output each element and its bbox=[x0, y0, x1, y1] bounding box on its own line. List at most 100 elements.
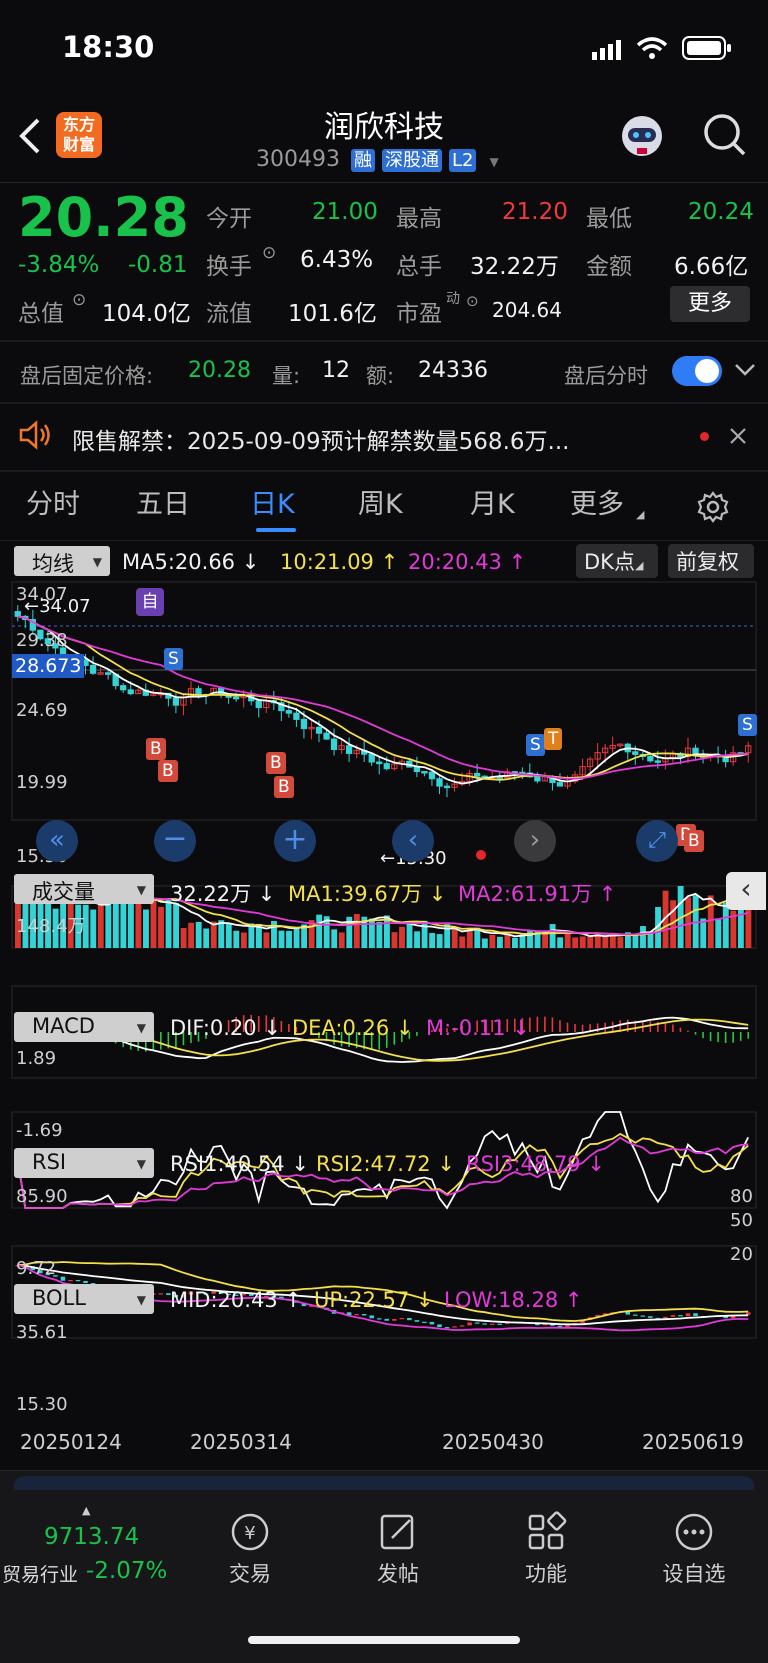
after-hours-label: 盘后固定价格: bbox=[20, 364, 154, 388]
volume-bar bbox=[722, 902, 729, 948]
candle-body bbox=[300, 718, 308, 730]
home-indicator bbox=[248, 1636, 520, 1644]
adjust-button[interactable]: 前复权 bbox=[668, 544, 754, 578]
high-value: 21.20 bbox=[502, 199, 568, 225]
after-hours-toggle[interactable] bbox=[672, 356, 722, 386]
robot-assistant-icon[interactable] bbox=[618, 112, 666, 164]
speaker-icon bbox=[18, 420, 52, 454]
tab-intraday[interactable]: 分时 bbox=[26, 482, 80, 521]
kline-indicator-select[interactable]: 均线 ▼ bbox=[14, 546, 110, 576]
nav-post[interactable]: 发帖 bbox=[338, 1510, 458, 1588]
trade-icon: ¥ bbox=[231, 1513, 269, 1551]
kline-tick-2: 24.69 bbox=[16, 700, 68, 721]
ma10-line bbox=[17, 615, 749, 781]
volume-label: 总手 bbox=[396, 254, 442, 280]
volume-bar bbox=[399, 926, 405, 948]
boll-bottom: 15.30 bbox=[16, 1394, 68, 1415]
collapse-panel-button[interactable]: ‹ bbox=[726, 872, 766, 910]
edit-icon bbox=[380, 1514, 414, 1550]
scroll-left-button[interactable]: ‹ bbox=[392, 820, 434, 862]
boll-candle bbox=[422, 1321, 427, 1323]
boll-candle bbox=[414, 1320, 420, 1322]
info-icon[interactable]: ⊙ bbox=[262, 243, 276, 263]
fullscreen-button[interactable]: ⤢ bbox=[636, 820, 678, 862]
boll-candle bbox=[399, 1318, 405, 1320]
after-hours-price: 20.28 bbox=[188, 358, 251, 383]
tab-monthly-k[interactable]: 月K bbox=[470, 482, 515, 521]
rsi2: RSI2:47.72 ↓ bbox=[316, 1152, 455, 1176]
lockup-notice[interactable]: 限售解禁：2025-09-09预计解禁数量568.6万... bbox=[72, 422, 642, 456]
zoom-out-button[interactable]: − bbox=[154, 820, 196, 862]
cellular-signal-icon bbox=[592, 38, 626, 64]
more-button[interactable]: 更多 bbox=[670, 286, 750, 322]
tab-weekly-k[interactable]: 周K bbox=[358, 482, 403, 521]
candle-body bbox=[14, 611, 21, 617]
boll-candle bbox=[467, 1322, 472, 1326]
scroll-right-button[interactable]: › bbox=[514, 820, 556, 862]
volume-bar bbox=[188, 922, 195, 948]
nav-watchlist[interactable]: 设自选 bbox=[634, 1510, 754, 1588]
volume-bar bbox=[406, 921, 413, 948]
after-hours-vol: 12 bbox=[322, 358, 350, 383]
volume-bar bbox=[353, 913, 360, 948]
float-value: 101.6亿 bbox=[288, 301, 377, 327]
candle-body bbox=[647, 755, 654, 762]
tab-more[interactable]: 更多 bbox=[570, 482, 624, 521]
nav-trade[interactable]: ¥ 交易 bbox=[190, 1510, 310, 1588]
settings-gear-icon[interactable] bbox=[696, 490, 730, 528]
info-icon[interactable]: ⊙ bbox=[72, 290, 86, 310]
rsi-indicator-select[interactable]: RSI ▼ bbox=[14, 1148, 154, 1178]
boll-candle bbox=[354, 1314, 359, 1316]
zoom-in-button[interactable]: + bbox=[274, 820, 316, 862]
date-label: 20250619 bbox=[642, 1430, 744, 1454]
chevron-down-icon[interactable] bbox=[734, 362, 756, 382]
volume-bar bbox=[640, 926, 646, 948]
info-icon[interactable]: ⊙ bbox=[466, 292, 479, 310]
volume-bar bbox=[496, 936, 503, 948]
boll-candle bbox=[497, 1323, 502, 1325]
index-value[interactable]: 9713.74 bbox=[44, 1524, 139, 1550]
nav-functions[interactable]: 功能 bbox=[486, 1510, 606, 1588]
s-marker: S bbox=[526, 734, 545, 756]
volume-bar bbox=[481, 938, 488, 948]
volume-indicator-select[interactable]: 成交量 ▼ bbox=[14, 874, 154, 904]
pe-label: 市盈 bbox=[396, 301, 442, 327]
candle-body bbox=[376, 761, 383, 765]
close-icon[interactable] bbox=[728, 426, 748, 450]
tab-daily-k[interactable]: 日K bbox=[250, 482, 295, 521]
volume-bar bbox=[210, 921, 217, 948]
boll-indicator-select[interactable]: BOLL ▼ bbox=[14, 1284, 154, 1314]
after-hours-amt-label: 额: bbox=[366, 364, 395, 388]
volume-value: 32.22万 bbox=[470, 254, 559, 280]
search-icon[interactable] bbox=[702, 112, 748, 162]
change-percent: -3.84% bbox=[18, 252, 100, 278]
dk-point-button[interactable]: DK点◢ bbox=[576, 544, 658, 578]
macd-indicator-select[interactable]: MACD ▼ bbox=[14, 1012, 154, 1042]
index-name[interactable]: 贸易行业 bbox=[2, 1560, 78, 1587]
turnover-label: 换手 bbox=[206, 254, 252, 280]
volume-bar bbox=[195, 921, 202, 948]
boll-candle bbox=[459, 1325, 465, 1327]
volume-bar bbox=[316, 914, 323, 948]
amount-value: 6.66亿 bbox=[674, 254, 749, 280]
volume-bar bbox=[368, 918, 375, 948]
volume-bar bbox=[331, 929, 338, 948]
candle-body bbox=[654, 760, 662, 763]
badge-l2: L2 bbox=[448, 149, 477, 172]
tab-five-day[interactable]: 五日 bbox=[136, 482, 190, 521]
candle-body bbox=[315, 726, 323, 734]
boll-candle bbox=[361, 1314, 367, 1316]
scroll-left-fast-button[interactable]: « bbox=[36, 820, 78, 862]
boll-candle bbox=[369, 1315, 374, 1319]
volume-ma1: MA1:39.67万 ↓ bbox=[288, 882, 447, 906]
candle-body bbox=[323, 732, 330, 740]
after-hours-toggle-label: 盘后分时 bbox=[564, 364, 648, 388]
volume-bar bbox=[278, 930, 285, 948]
boll-candle bbox=[633, 1314, 638, 1316]
volume-bar bbox=[173, 903, 180, 948]
boll-candle bbox=[429, 1321, 435, 1325]
index-pct[interactable]: -2.07% bbox=[86, 1558, 167, 1584]
b-marker: B bbox=[274, 776, 294, 798]
volume-bar bbox=[225, 923, 232, 948]
stock-code-row[interactable]: 300493 融 深股通 L2 ▼ bbox=[256, 146, 499, 176]
